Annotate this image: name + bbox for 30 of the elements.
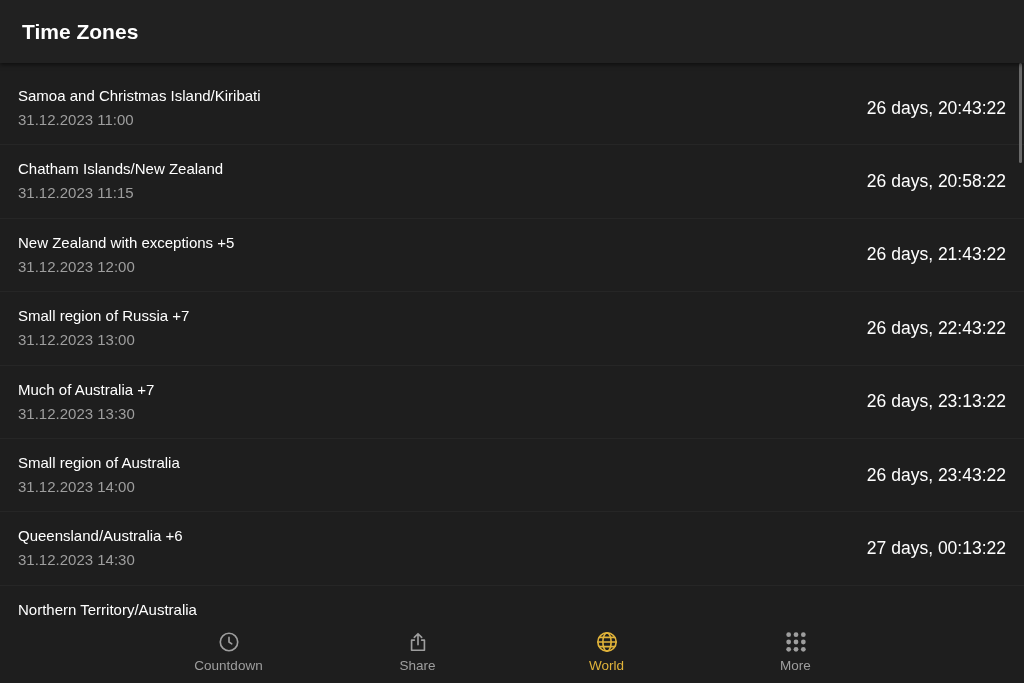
globe-icon <box>595 630 618 653</box>
zone-date: 31.12.2023 13:00 <box>18 331 136 349</box>
zone-name: Northern Territory/Australia <box>18 600 197 618</box>
zone-date: 31.12.2023 14:30 <box>18 551 136 569</box>
countdown-time: 26 days, 23:13:22 <box>866 391 1006 413</box>
zone-date: 31.12.2023 12:00 <box>18 257 136 275</box>
zone-name: Small region of Australia <box>18 453 180 471</box>
zone-date: 31.12.2023 11:00 <box>18 111 135 128</box>
zone-name: Much of Australia +7 <box>18 380 155 398</box>
nav-tab[interactable]: World <box>512 620 701 683</box>
zone-name: Queensland/Australia +6 <box>18 527 183 545</box>
zone-name: Samoa and Christmas Island/Kiribati <box>18 87 261 104</box>
countdown-time: 26 days, 23:43:22 <box>866 464 1006 486</box>
nav-tab[interactable]: Share <box>323 620 512 683</box>
zone-date: 31.12.2023 13:30 <box>18 404 136 422</box>
zone-date: 31.12.2023 11:15 <box>18 184 135 202</box>
countdown-time: 27 days, 00:13:22 <box>866 538 1006 560</box>
zone-date: 31.12.2023 14:00 <box>18 477 136 495</box>
countdown-time: 26 days, 21:43:22 <box>866 244 1006 266</box>
zone-name: New Zealand with exceptions +5 <box>18 233 235 251</box>
zone-name: Chatham Islands/New Zealand <box>18 160 224 178</box>
grid-icon <box>784 630 807 653</box>
zone-name: Small region of Russia +7 <box>18 307 190 325</box>
countdown-time: 26 days, 20:58:22 <box>866 171 1006 193</box>
countdown-time: 26 days, 20:43:22 <box>866 97 1006 119</box>
nav-tab[interactable]: More <box>701 620 890 683</box>
page-title: Time Zones <box>22 19 139 44</box>
clock-icon <box>217 630 240 653</box>
countdown-time: 26 days, 22:43:22 <box>866 317 1006 339</box>
nav-tab[interactable]: Countdown <box>134 620 323 683</box>
